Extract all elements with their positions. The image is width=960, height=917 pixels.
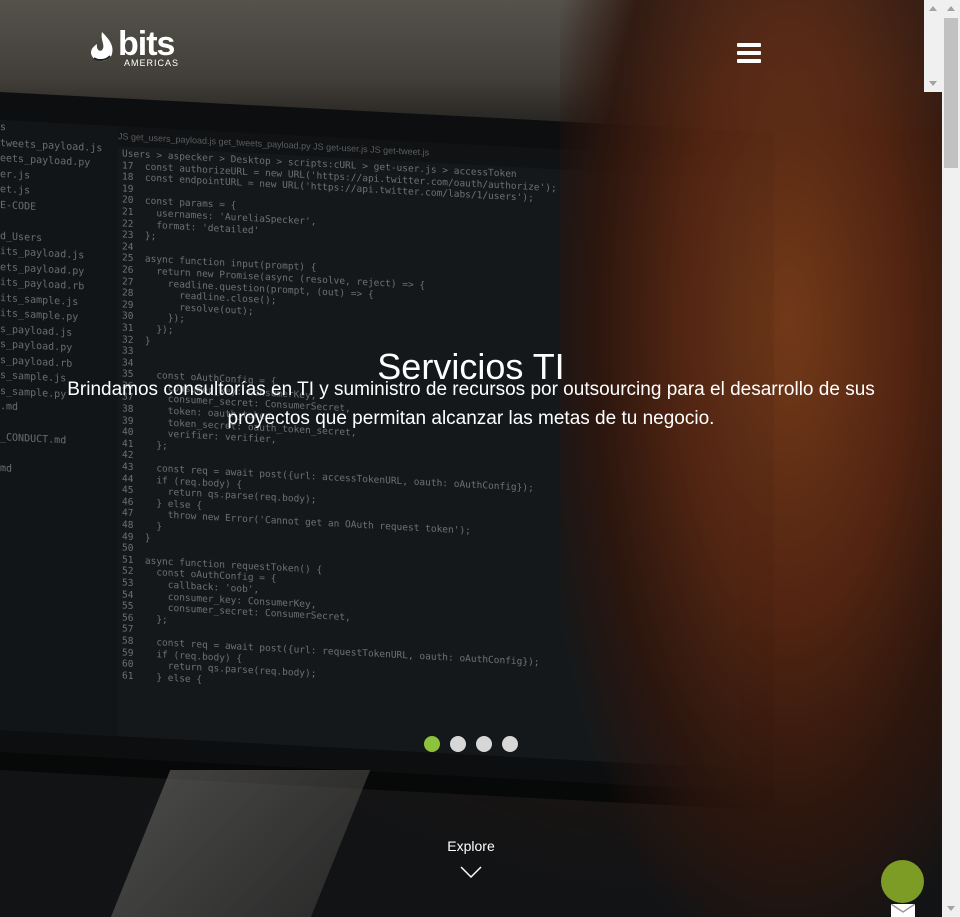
hamburger-icon[interactable] — [737, 43, 761, 63]
explore-link[interactable]: Explore — [420, 838, 522, 854]
carousel-dot-1[interactable] — [424, 736, 440, 752]
hero-subtitle: Brindamos consultorías en TI y suministr… — [67, 379, 875, 429]
scroll-down-icon[interactable] — [942, 899, 960, 917]
chevron-down-icon[interactable] — [459, 864, 483, 880]
logo-subtitle: AMERICAS — [124, 58, 180, 68]
scroll-down-icon[interactable] — [924, 74, 942, 92]
carousel-dots — [424, 736, 518, 752]
carousel-dot-2[interactable] — [450, 736, 466, 752]
carousel-dot-3[interactable] — [476, 736, 492, 752]
inner-scrollbar[interactable] — [924, 0, 942, 92]
hero-overlay — [0, 0, 942, 917]
logo-flame-icon — [91, 32, 113, 62]
page-scrollbar[interactable] — [942, 0, 960, 917]
hero-slider: s tweets_payload.js eets_payload.py er.js et… — [0, 0, 942, 917]
chat-button[interactable] — [881, 860, 924, 903]
carousel-dot-4[interactable] — [502, 736, 518, 752]
mail-icon[interactable] — [891, 904, 915, 917]
brand-logo[interactable]: bits AMERICAS — [88, 26, 188, 72]
scroll-thumb[interactable] — [944, 18, 958, 168]
logo-wordmark: bits — [118, 25, 175, 63]
scroll-up-icon[interactable] — [942, 0, 960, 18]
scroll-up-icon[interactable] — [924, 0, 942, 18]
